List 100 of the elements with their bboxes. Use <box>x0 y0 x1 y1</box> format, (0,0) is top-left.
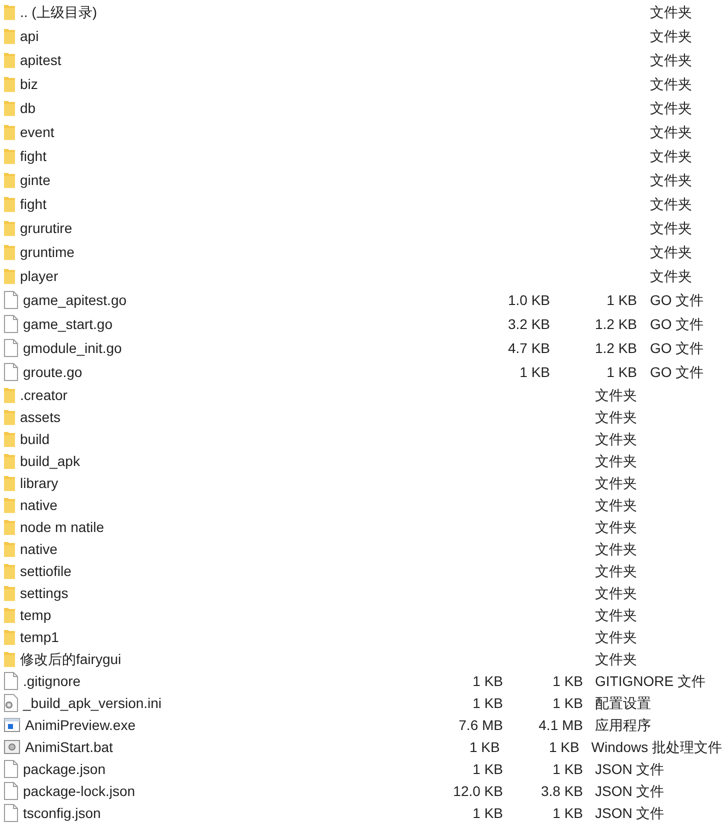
file-type: JSON 文件 <box>595 782 664 800</box>
folder-name[interactable]: 修改后的fairygui <box>20 648 122 670</box>
settings-file-icon <box>4 694 18 712</box>
packed-size: 1 KB <box>552 760 583 776</box>
folder-icon <box>4 651 15 667</box>
packed-size: 4.1 MB <box>538 716 583 732</box>
folder-name[interactable]: native <box>20 538 58 560</box>
file-type: 文件夹 <box>650 2 692 22</box>
file-type: 文件夹 <box>595 562 637 580</box>
file-type: Windows 批处理文件 <box>591 738 722 756</box>
file-type: 文件夹 <box>595 518 637 536</box>
file-size: 1 KB <box>472 672 503 688</box>
file-name[interactable]: .gitignore <box>23 670 81 692</box>
file-type: 文件夹 <box>650 98 692 118</box>
folder-name[interactable]: temp <box>20 604 52 626</box>
folder-icon <box>4 4 15 20</box>
folder-name[interactable]: ginte <box>20 170 50 190</box>
file-size: 3.2 KB <box>508 316 550 332</box>
file-name[interactable]: package.json <box>23 758 106 780</box>
file-size: 1 KB <box>520 364 550 380</box>
file-type: 文件夹 <box>595 386 637 404</box>
folder-icon <box>4 541 15 557</box>
folder-name[interactable]: apitest <box>20 50 62 70</box>
folder-icon <box>4 196 15 212</box>
folder-name[interactable]: build <box>20 428 50 450</box>
folder-name[interactable]: player <box>20 266 58 286</box>
folder-icon <box>4 28 15 44</box>
file-type: 应用程序 <box>595 716 651 734</box>
file-size: 1.0 KB <box>508 292 550 308</box>
file-type: 文件夹 <box>595 584 637 602</box>
file-name[interactable]: game_start.go <box>23 314 112 334</box>
packed-size: 1 KB <box>552 804 583 820</box>
file-size: 7.6 MB <box>458 716 503 732</box>
packed-size: 1 KB <box>548 738 580 754</box>
folder-name[interactable]: fight <box>20 146 46 166</box>
folder-icon <box>4 52 15 68</box>
folder-icon <box>4 148 15 164</box>
file-type: 文件夹 <box>650 26 692 46</box>
folder-name[interactable]: node m natile <box>20 516 104 538</box>
file-type: 文件夹 <box>650 74 692 94</box>
folder-icon <box>4 453 15 469</box>
folder-name[interactable]: native <box>20 494 58 516</box>
file-type: 文件夹 <box>650 266 692 286</box>
file-name[interactable]: _build_apk_version.ini <box>23 692 162 714</box>
file-icon <box>4 672 18 690</box>
folder-icon <box>4 409 15 425</box>
folder-icon <box>4 475 15 491</box>
folder-name[interactable]: gruntime <box>20 242 74 262</box>
folder-name[interactable]: assets <box>20 406 60 428</box>
folder-name[interactable]: settiofile <box>20 560 72 582</box>
folder-icon <box>4 563 15 579</box>
batch-file-icon <box>4 740 20 754</box>
file-name[interactable]: gmodule_init.go <box>23 338 122 358</box>
folder-name[interactable]: db <box>20 98 36 118</box>
file-type: 文件夹 <box>595 452 637 470</box>
folder-icon <box>4 387 15 403</box>
file-icon <box>4 291 18 309</box>
file-type: 文件夹 <box>595 606 637 624</box>
folder-name[interactable]: library <box>20 472 58 494</box>
file-name[interactable]: AnimiStart.bat <box>25 736 113 758</box>
file-icon <box>4 804 18 822</box>
folder-name[interactable]: build_apk <box>20 450 80 472</box>
folder-name[interactable]: event <box>20 122 54 142</box>
file-type: 文件夹 <box>595 408 637 426</box>
folder-name[interactable]: grurutire <box>20 218 72 238</box>
file-type: JSON 文件 <box>595 804 664 822</box>
file-type: GO 文件 <box>650 290 704 310</box>
file-icon <box>4 760 18 778</box>
file-type: 文件夹 <box>595 540 637 558</box>
folder-icon <box>4 585 15 601</box>
file-type: 文件夹 <box>650 242 692 262</box>
file-size: 1 KB <box>472 760 503 776</box>
application-icon <box>4 718 20 732</box>
folder-name[interactable]: .. (上级目录) <box>20 2 97 22</box>
packed-size: 1.2 KB <box>594 316 637 332</box>
folder-name[interactable]: biz <box>20 74 38 94</box>
folder-name[interactable]: settings <box>20 582 68 604</box>
file-name[interactable]: tsconfig.json <box>23 802 101 824</box>
file-type: 文件夹 <box>650 146 692 166</box>
file-icon <box>4 363 18 381</box>
folder-icon <box>4 519 15 535</box>
file-name[interactable]: package-lock.json <box>23 780 136 802</box>
folder-name[interactable]: api <box>20 26 39 46</box>
file-name[interactable]: AnimiPreview.exe <box>25 714 136 736</box>
packed-size: 3.8 KB <box>540 782 583 798</box>
folder-icon <box>4 124 15 140</box>
packed-size: 1 KB <box>606 292 637 308</box>
folder-name[interactable]: fight <box>20 194 46 214</box>
folder-name[interactable]: temp1 <box>20 626 59 648</box>
folder-icon <box>4 431 15 447</box>
folder-name[interactable]: .creator <box>20 384 68 406</box>
folder-icon <box>4 100 15 116</box>
folder-icon <box>4 268 15 284</box>
file-size: 4.7 KB <box>508 340 550 356</box>
file-type: GO 文件 <box>650 362 704 382</box>
folder-icon <box>4 244 15 260</box>
file-name[interactable]: game_apitest.go <box>23 290 127 310</box>
file-type: 文件夹 <box>595 628 637 646</box>
file-name[interactable]: groute.go <box>23 362 82 382</box>
packed-size: 1 KB <box>552 694 583 710</box>
